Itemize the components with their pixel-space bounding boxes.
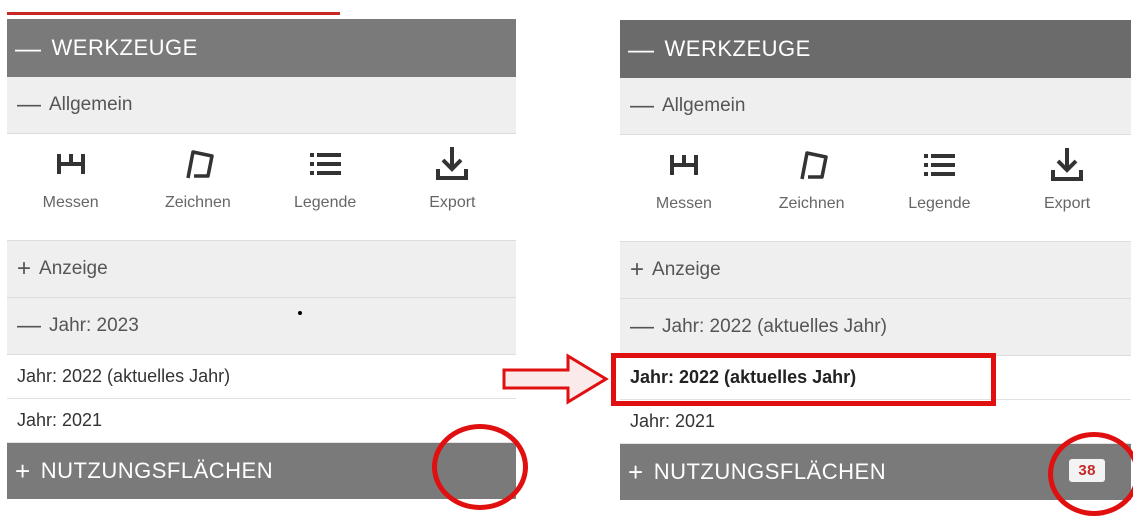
annotation-circle-left (432, 424, 528, 510)
measure-tool-button[interactable]: Messen (620, 135, 748, 241)
general-label: Allgemein (49, 94, 133, 115)
draw-icon (186, 150, 214, 179)
expand-icon: + (15, 455, 31, 486)
left-panel: — WERKZEUGE — Allgemein Messen Zeichnen … (7, 0, 516, 499)
measure-label: Messen (42, 194, 99, 211)
export-label: Export (1044, 195, 1091, 212)
export-tool-button[interactable]: Export (389, 134, 516, 240)
expand-icon: + (630, 256, 645, 283)
tools-header-label: WERKZEUGE (664, 36, 811, 61)
download-icon (436, 147, 469, 180)
export-label: Export (429, 194, 476, 211)
export-tool-button[interactable]: Export (1003, 135, 1131, 241)
usage-areas-label: NUTZUNGSFLÄCHEN (653, 459, 887, 484)
stray-dot (298, 311, 302, 315)
draw-label: Zeichnen (778, 195, 845, 212)
tools-header[interactable]: — WERKZEUGE (7, 19, 516, 77)
collapse-icon: — (630, 92, 654, 119)
display-section-header[interactable]: + Anzeige (7, 241, 516, 298)
expand-icon: + (17, 255, 32, 282)
tool-row: Messen Zeichnen Legende Export (620, 135, 1131, 242)
general-label: Allgemein (662, 95, 746, 116)
general-section-header[interactable]: — Allgemein (620, 78, 1131, 135)
annotation-circle-right (1048, 432, 1133, 516)
year-option-2022[interactable]: Jahr: 2022 (aktuelles Jahr) (7, 355, 516, 399)
collapse-icon: — (15, 32, 42, 63)
collapse-icon: — (17, 91, 41, 118)
download-icon (1051, 148, 1084, 181)
year-section-header[interactable]: — Jahr: 2023 (7, 298, 516, 355)
display-section-header[interactable]: + Anzeige (620, 242, 1131, 299)
draw-tool-button[interactable]: Zeichnen (748, 135, 876, 241)
draw-label: Zeichnen (164, 194, 231, 211)
right-panel: — WERKZEUGE — Allgemein Messen Zeichnen … (620, 0, 1131, 500)
display-label: Anzeige (652, 259, 721, 280)
tools-header-label: WERKZEUGE (51, 35, 198, 60)
collapse-icon: — (630, 313, 654, 340)
tools-header[interactable]: — WERKZEUGE (620, 20, 1131, 78)
expand-icon: + (628, 456, 644, 487)
year-option-2021[interactable]: Jahr: 2021 (620, 400, 1131, 444)
legend-icon (310, 153, 342, 175)
legend-tool-button[interactable]: Legende (262, 134, 389, 240)
legend-icon (924, 154, 956, 176)
tool-row: Messen Zeichnen Legende Export (7, 134, 516, 241)
measure-tool-button[interactable]: Messen (7, 134, 134, 240)
legend-label: Legende (908, 195, 971, 212)
legend-tool-button[interactable]: Legende (876, 135, 1004, 241)
measure-icon (669, 155, 698, 175)
collapse-icon: — (17, 312, 41, 339)
year-label: Jahr: 2022 (aktuelles Jahr) (662, 316, 887, 337)
year-option-2021[interactable]: Jahr: 2021 (7, 399, 516, 443)
collapse-icon: — (628, 33, 655, 64)
measure-label: Messen (655, 195, 712, 212)
usage-areas-label: NUTZUNGSFLÄCHEN (40, 458, 274, 483)
general-section-header[interactable]: — Allgemein (7, 77, 516, 134)
year-section-header[interactable]: — Jahr: 2022 (aktuelles Jahr) (620, 299, 1131, 356)
measure-icon (56, 154, 85, 174)
annotation-arrow (502, 353, 609, 405)
draw-icon (799, 151, 828, 180)
draw-tool-button[interactable]: Zeichnen (134, 134, 261, 240)
annotation-highlight-box (611, 353, 996, 406)
display-label: Anzeige (39, 258, 108, 279)
legend-label: Legende (293, 194, 357, 211)
year-label: Jahr: 2023 (49, 315, 139, 336)
